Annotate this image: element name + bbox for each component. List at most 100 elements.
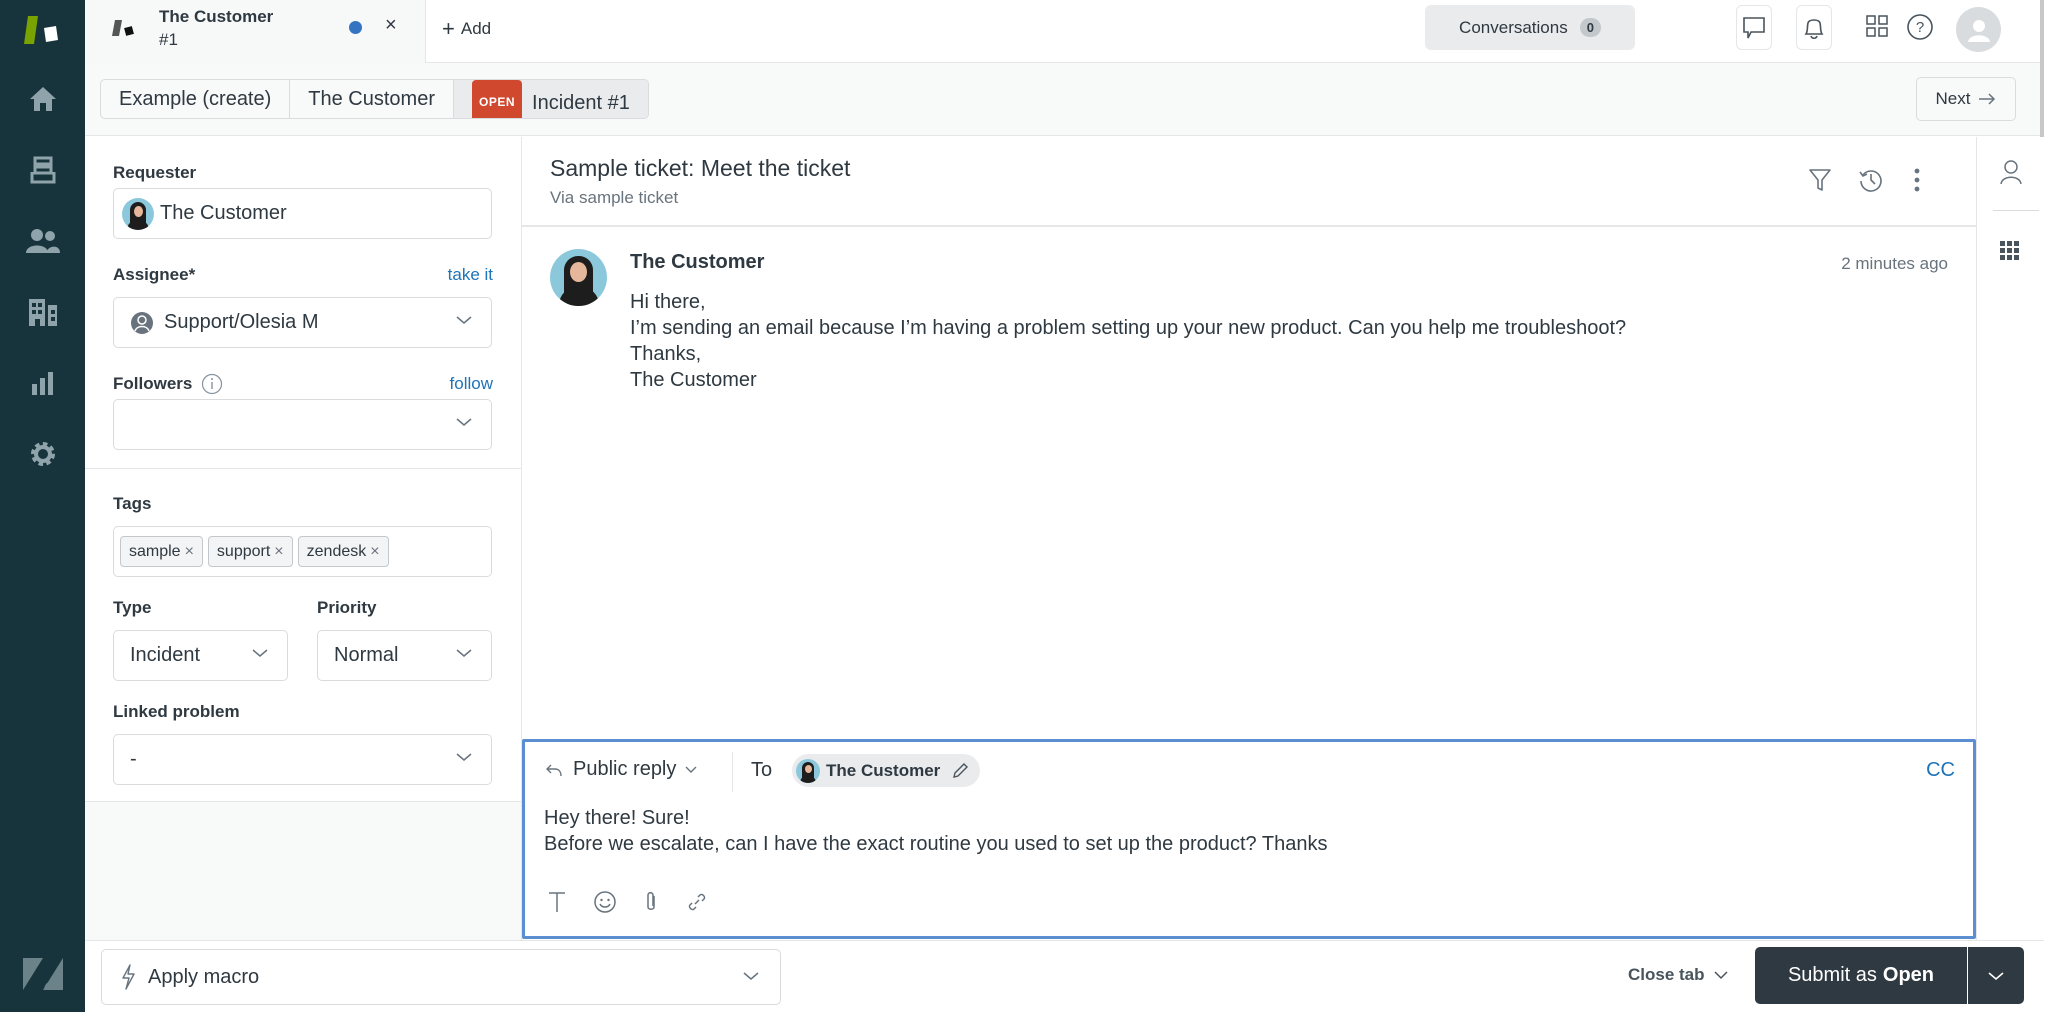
assignee-value: Support/Olesia M [164,311,319,333]
users-icon [26,229,60,253]
customer-context-icon[interactable] [1999,159,2023,185]
nav-views[interactable] [24,151,62,189]
requester-value: The Customer [160,202,287,224]
reply-type-dropdown[interactable]: Public reply [545,758,698,781]
attachment-button[interactable] [643,890,659,914]
ticket-label: Incident #1 [532,92,630,114]
tag-label: zendesk [306,542,367,560]
ticket-subject[interactable]: Sample ticket: Meet the ticket [550,155,850,182]
submit-options-button[interactable] [1968,947,2024,1004]
submit-status: Open [1882,964,1935,986]
message-timestamp: 2 minutes ago [1841,254,1948,273]
linked-problem-label: Linked problem [113,702,240,721]
inbox-icon [30,156,56,184]
chevron-down-icon [743,972,759,980]
to-label: To [751,759,773,781]
composer-divider [732,752,733,792]
message-author-avatar[interactable] [550,249,607,306]
submit-prefix: Submit as [1787,964,1877,986]
chat-bubble-icon [1743,16,1765,38]
close-tab-label: Close tab [1628,965,1705,984]
svg-text:?: ? [1916,19,1924,36]
section-divider [85,468,521,469]
info-icon[interactable] [201,373,223,395]
apps-grid-icon[interactable] [1865,14,1889,38]
apps-icon[interactable] [1999,240,2021,262]
notifications-button[interactable] [1796,5,1832,50]
chevron-down-icon [1714,971,1728,980]
remove-tag-icon[interactable]: × [274,543,283,561]
requester-field[interactable]: The Customer [113,188,492,239]
link-button[interactable] [685,890,709,914]
help-icon[interactable]: ? [1906,13,1934,41]
recipient-name: The Customer [826,760,941,780]
cc-button[interactable]: CC [1926,759,1955,782]
remove-tag-icon[interactable]: × [370,543,379,561]
tags-field[interactable]: sample × support × zendesk × [113,526,492,577]
next-label: Next [1935,89,1971,108]
product-logo-icon [24,16,58,44]
take-it-link[interactable]: take it [448,265,493,285]
nav-admin[interactable] [24,435,62,473]
ticket-tab[interactable]: The Customer #1 × [85,0,426,63]
message-body: Hi there, I’m sending an email because I… [630,289,1626,393]
submit-button[interactable]: Submit as Open [1755,947,1967,1004]
chevron-down-icon [456,418,472,426]
follow-link[interactable]: follow [450,374,493,394]
home-icon [30,87,56,111]
breadcrumb-ticket[interactable]: OPEN Incident #1 [454,80,648,118]
emoji-button[interactable] [593,890,617,914]
assignee-user-icon [131,311,153,334]
message-author[interactable]: The Customer [630,251,764,274]
breadcrumb-requester[interactable]: The Customer [290,80,454,118]
chat-button[interactable] [1736,5,1772,50]
nav-home[interactable] [24,80,62,118]
priority-dropdown[interactable]: Normal [317,630,492,681]
message-line: Thanks, [630,343,702,365]
conversation-pane: Sample ticket: Meet the ticket Via sampl… [522,137,1976,940]
bar-chart-icon [32,372,53,395]
more-options-icon[interactable] [1912,167,1922,193]
next-button[interactable]: Next [1916,77,2016,121]
reply-line: Before we escalate, can I have the exact… [544,833,1328,855]
priority-value: Normal [334,644,399,666]
status-badge: OPEN [472,80,523,118]
followers-label: Followers [113,374,193,393]
add-button[interactable]: + Add [442,16,491,42]
ticket-header: Sample ticket: Meet the ticket Via sampl… [522,137,1976,227]
left-nav [0,0,85,1012]
lightning-icon [122,964,135,990]
tab-title: The Customer [159,7,274,26]
apply-macro-dropdown[interactable]: Apply macro [101,949,781,1005]
ticket-footer: Apply macro Close tab Submit as Open [85,940,2044,1012]
remove-tag-icon[interactable]: × [185,543,194,561]
text-format-button[interactable] [547,890,567,914]
user-avatar-button[interactable] [1956,7,2001,52]
linked-problem-dropdown[interactable]: - [113,734,492,785]
reply-textarea[interactable]: Hey there! Sure! Before we escalate, can… [544,805,1944,857]
conversations-button[interactable]: Conversations 0 [1425,5,1635,50]
tag-chip: support × [207,536,293,567]
message-line: I’m sending an email because I’m having … [630,317,1627,339]
assignee-dropdown[interactable]: Support/Olesia M [113,297,492,348]
type-dropdown[interactable]: Incident [113,630,288,681]
followers-dropdown[interactable] [113,399,492,450]
nav-reporting[interactable] [24,364,62,402]
gear-icon [31,442,55,466]
breadcrumb-organization[interactable]: Example (create) [101,80,291,118]
close-tab-icon[interactable]: × [385,14,397,37]
type-value: Incident [130,644,201,666]
pencil-icon[interactable] [950,761,970,781]
chevron-down-icon [1988,971,2004,980]
reply-composer[interactable]: Public reply To The Customer CC Hey ther… [522,739,1976,939]
nav-customers[interactable] [24,222,62,260]
history-icon[interactable] [1858,167,1884,193]
add-label: Add [460,19,492,38]
recipient-chip[interactable]: The Customer [792,754,981,787]
ticket-channel: Via sample ticket [550,188,679,207]
properties-fields: Requester The Customer Assignee* take it… [85,137,521,802]
close-tab-dropdown[interactable]: Close tab [1628,965,1729,985]
filter-icon[interactable] [1808,167,1832,193]
tag-label: sample [129,542,181,560]
nav-organizations[interactable] [24,293,62,331]
